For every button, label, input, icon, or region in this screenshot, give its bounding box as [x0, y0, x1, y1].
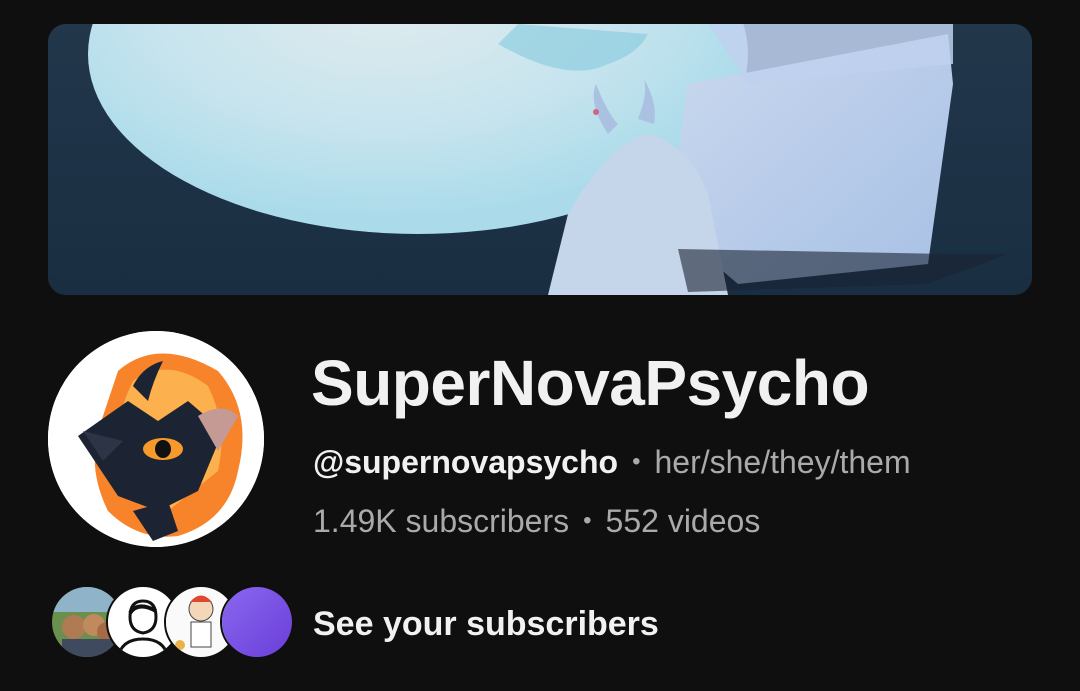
subscriber-avatar-stack	[50, 585, 294, 659]
purple-avatar-icon	[222, 587, 292, 657]
channel-banner[interactable]	[48, 24, 1032, 295]
avatar-image	[48, 331, 264, 547]
banner-image	[48, 24, 1032, 295]
see-subscribers-row[interactable]: See your subscribers	[50, 585, 659, 659]
channel-handle-line: @supernovapsycho • her/she/they/them	[313, 442, 911, 482]
subscriber-avatar	[220, 585, 294, 659]
channel-stats-line: 1.49K subscribers • 552 videos	[313, 501, 760, 541]
subscriber-count: 1.49K subscribers	[313, 503, 570, 539]
separator-dot: •	[632, 448, 641, 475]
channel-pronouns: her/she/they/them	[654, 444, 911, 480]
channel-avatar[interactable]	[48, 331, 264, 547]
channel-title: SuperNovaPsycho	[311, 347, 870, 419]
separator-dot: •	[583, 507, 592, 534]
channel-handle[interactable]: @supernovapsycho	[313, 444, 618, 480]
channel-page: SuperNovaPsycho @supernovapsycho • her/she…	[0, 0, 1080, 691]
see-subscribers-label[interactable]: See your subscribers	[313, 604, 659, 644]
video-count: 552 videos	[605, 503, 761, 539]
